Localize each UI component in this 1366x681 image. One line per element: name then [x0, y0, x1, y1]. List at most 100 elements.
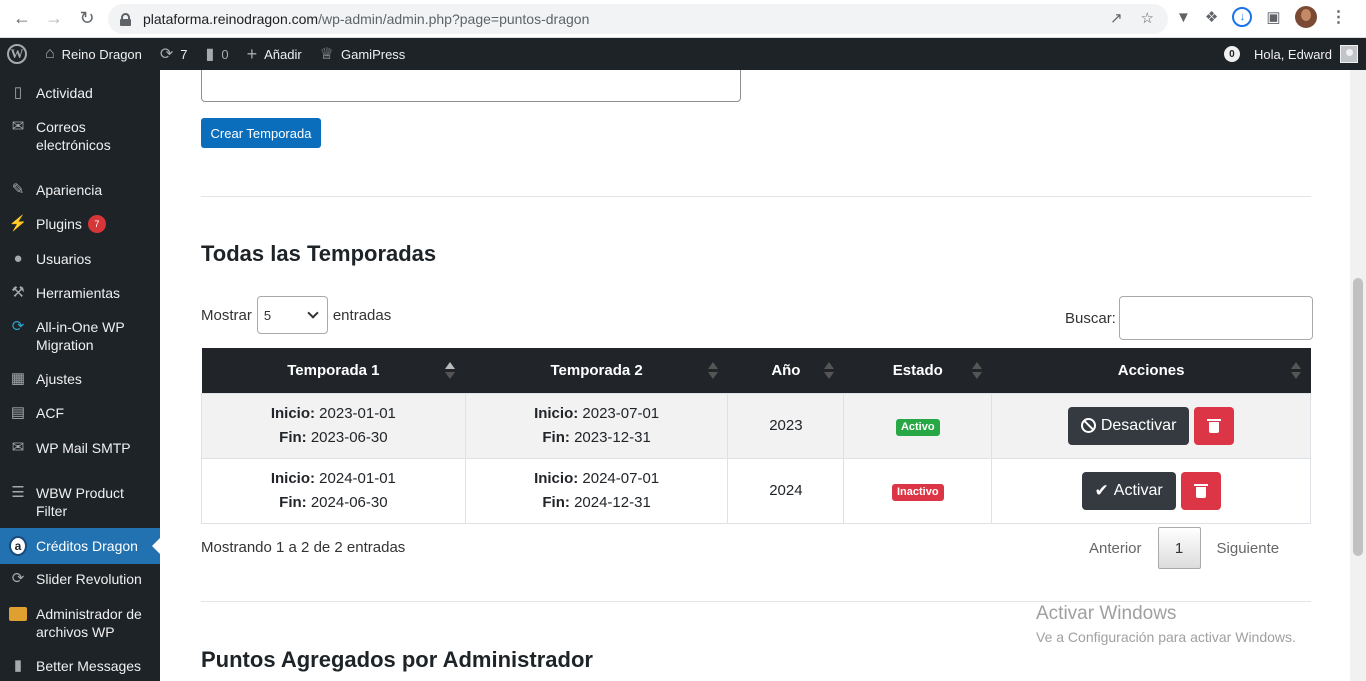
messages-icon: ▮: [13, 657, 23, 674]
year-cell: 2023: [727, 392, 845, 459]
entries-select[interactable]: 5: [256, 296, 328, 334]
trash-icon: [1193, 483, 1208, 498]
sidebar-item-plugins[interactable]: ⚡ Plugins 7: [0, 215, 160, 233]
sidebar-item-actividad[interactable]: ▯ Actividad: [0, 84, 160, 102]
back-arrow-icon[interactable]: ←: [11, 7, 33, 29]
profile-avatar[interactable]: [1294, 6, 1317, 28]
home-icon: ⌂: [45, 45, 55, 62]
sidebar-item-file-manager[interactable]: Administrador de archivos WP: [0, 605, 160, 641]
delete-button[interactable]: [1180, 471, 1221, 510]
pagination: Anterior 1 Siguiente: [1073, 527, 1295, 569]
column-header-temporada-2[interactable]: Temporada 2: [465, 348, 728, 393]
migration-icon: ⟳: [11, 318, 25, 335]
actions-cell: ✔ Activar: [991, 457, 1311, 524]
sort-icon: [971, 362, 982, 380]
reload-icon[interactable]: ↻: [76, 7, 98, 29]
ban-icon: [1080, 418, 1096, 433]
search-control: Buscar:: [1065, 296, 1313, 340]
create-season-button[interactable]: Crear Temporada: [201, 118, 321, 148]
pagination-page-1[interactable]: 1: [1157, 527, 1201, 569]
season2-cell: Inicio: 2024-07-01 Fin: 2024-12-31: [464, 457, 729, 524]
pagination-previous[interactable]: Anterior: [1073, 540, 1158, 557]
sidebar-item-apariencia[interactable]: ✎ Apariencia: [0, 181, 160, 199]
actions-cell: Desactivar: [991, 392, 1311, 459]
credits-icon: a: [9, 536, 27, 556]
wp-admin-bar: W ⌂ Reino Dragon ⟳ 7 ▮ 0 + Añadir ♕ Gami…: [0, 38, 1366, 70]
share-icon[interactable]: ↗: [1110, 9, 1123, 27]
sidebar-item-correos[interactable]: ✉ Correos electrónicos: [0, 118, 160, 154]
mail-icon: ✉: [11, 118, 25, 135]
download-icon[interactable]: ↓: [1232, 7, 1253, 27]
table-info: Mostrando 1 a 2 de 2 entradas: [201, 539, 406, 556]
address-bar[interactable]: plataforma.reinodragon.com/wp-admin/admi…: [108, 4, 1168, 34]
section-title-admin-points: Puntos Agregados por Administrador: [201, 647, 593, 672]
bookmark-star-icon[interactable]: ☆: [1141, 9, 1154, 27]
status-cell: Inactivo: [843, 457, 993, 524]
lock-icon: [120, 12, 131, 26]
browser-toolbar: ← → ↻ plataforma.reinodragon.com/wp-admi…: [0, 0, 1366, 38]
season-textarea[interactable]: [201, 70, 741, 102]
puzzle-extensions-icon[interactable]: ❖: [1205, 8, 1218, 26]
delete-button[interactable]: [1194, 406, 1235, 445]
add-new-menu[interactable]: + Añadir: [238, 38, 311, 70]
windows-activation-watermark: Activar Windows Ve a Configuración para …: [1036, 603, 1296, 645]
status-badge: Activo: [895, 418, 940, 436]
updates-icon: ⟳: [159, 46, 174, 63]
comment-icon: ▮: [205, 46, 215, 63]
updates-menu[interactable]: ⟳ 7: [151, 38, 197, 70]
settings-icon: ▦: [10, 370, 26, 387]
extension-v-icon[interactable]: ▼: [1176, 9, 1191, 26]
activate-button[interactable]: ✔ Activar: [1081, 471, 1176, 510]
brush-icon: ✎: [11, 181, 25, 198]
slider-icon: ⟳: [11, 570, 25, 587]
mail-icon: ✉: [11, 439, 25, 456]
column-header-actions[interactable]: Acciones: [991, 348, 1311, 393]
sidebar-item-acf[interactable]: ▤ ACF: [0, 404, 160, 422]
season2-cell: Inicio: 2023-07-01 Fin: 2023-12-31: [464, 392, 729, 459]
site-name-menu[interactable]: ⌂ Reino Dragon: [36, 38, 151, 70]
filter-icon: ☰: [11, 484, 25, 501]
wordpress-logo-icon: W: [7, 44, 27, 64]
users-icon: ●: [13, 250, 23, 267]
main-content: Crear Temporada Todas las Temporadas Mos…: [160, 70, 1350, 681]
wp-logo-menu[interactable]: W: [0, 38, 36, 70]
active-indicator: [152, 538, 160, 554]
search-input[interactable]: [1118, 296, 1313, 340]
sidebar-item-ajustes[interactable]: ▦ Ajustes: [0, 370, 160, 388]
acf-icon: ▤: [10, 404, 26, 421]
seasons-table: Temporada 1 Temporada 2 Año Estado Accio…: [201, 348, 1311, 524]
comments-menu[interactable]: ▮ 0: [197, 38, 238, 70]
divider: [201, 601, 1311, 602]
sidepanel-icon[interactable]: ▣: [1266, 8, 1280, 26]
plugins-update-badge: 7: [87, 215, 106, 233]
folder-icon: [9, 607, 27, 621]
sidebar-item-usuarios[interactable]: ● Usuarios: [0, 250, 160, 268]
chevron-down-icon: [307, 307, 319, 319]
sidebar-item-wbw-filter[interactable]: ☰ WBW Product Filter: [0, 484, 160, 520]
user-avatar[interactable]: [1340, 45, 1358, 63]
deactivate-button[interactable]: Desactivar: [1067, 406, 1190, 445]
more-menu-icon[interactable]: ⋮: [1331, 7, 1347, 27]
page-scrollbar[interactable]: [1350, 70, 1366, 681]
sidebar-item-wp-mail-smtp[interactable]: ✉ WP Mail SMTP: [0, 439, 160, 457]
sort-icon: [445, 362, 456, 380]
pagination-next[interactable]: Siguiente: [1201, 540, 1296, 557]
user-greeting[interactable]: Hola, Edward: [1254, 47, 1332, 62]
sidebar-item-slider-revolution[interactable]: ⟳ Slider Revolution: [0, 570, 160, 588]
table-row: Inicio: 2023-01-01 Fin: 2023-06-30 Inici…: [201, 392, 1311, 459]
sidebar-item-herramientas[interactable]: ⚒ Herramientas: [0, 284, 160, 302]
sidebar-item-creditos-dragon[interactable]: a Créditos Dragon: [0, 528, 160, 564]
forward-arrow-icon[interactable]: →: [43, 7, 65, 29]
crown-icon: ♕: [319, 46, 335, 63]
column-header-temporada-1[interactable]: Temporada 1: [201, 348, 466, 393]
sidebar-item-all-in-one[interactable]: ⟳ All-in-One WP Migration: [0, 318, 160, 354]
column-header-year[interactable]: Año: [727, 348, 844, 393]
gamipress-menu[interactable]: ♕ GamiPress: [311, 38, 415, 70]
column-header-status[interactable]: Estado: [843, 348, 992, 393]
trash-icon: [1207, 418, 1222, 433]
notifications-badge[interactable]: 0: [1223, 46, 1240, 62]
section-title: Todas las Temporadas: [201, 241, 437, 266]
scrollbar-thumb[interactable]: [1353, 278, 1363, 556]
sidebar-item-better-messages[interactable]: ▮ Better Messages: [0, 657, 160, 675]
length-control: Mostrar 5 entradas: [201, 296, 391, 334]
